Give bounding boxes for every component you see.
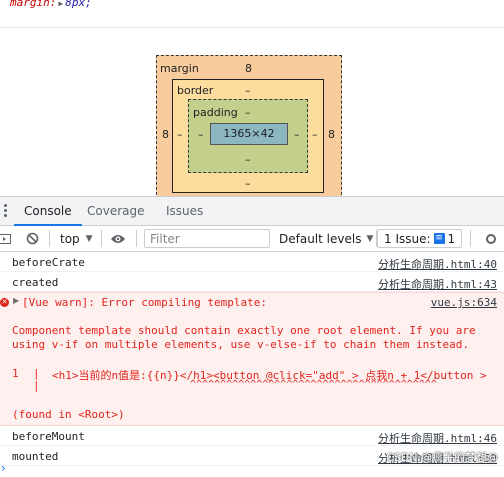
message-text: created — [12, 276, 59, 289]
log-levels-label: Default levels — [279, 231, 362, 246]
console-settings-gear-icon[interactable] — [485, 226, 497, 251]
margin-rule[interactable]: margin: ▶ 8px; — [10, 0, 92, 9]
tab-console[interactable]: Console — [14, 197, 82, 226]
padding-bottom-value[interactable]: – — [245, 153, 251, 166]
context-label: top — [60, 231, 80, 246]
code-line-number: 1 — [12, 367, 19, 380]
tab-coverage[interactable]: Coverage — [77, 197, 155, 226]
message-text: mounted — [12, 450, 59, 463]
console-prompt-chevron-icon[interactable]: › — [1, 461, 6, 475]
error-line-2: using v-if on multiple elements, use v-e… — [12, 338, 469, 351]
margin-left-value[interactable]: 8 — [162, 128, 169, 141]
live-expression-eye-icon[interactable] — [110, 226, 126, 251]
margin-property[interactable]: margin — [10, 0, 50, 9]
issues-count: 1 — [447, 231, 456, 246]
error-icon: ✕ — [0, 298, 9, 307]
styles-pane: margin: ▶ 8px; — [0, 0, 504, 28]
code-gutter-bar: | — [33, 379, 40, 392]
margin-value[interactable]: 8px; — [65, 0, 92, 9]
border-left-value[interactable]: – — [177, 128, 183, 141]
message-source-link[interactable]: 分析生命周期.html:40 — [378, 256, 497, 272]
message-text: beforeMount — [12, 430, 85, 443]
margin-top-value[interactable]: 8 — [245, 62, 252, 75]
console-message: beforeCrate 分析生命周期.html:40 — [0, 252, 504, 272]
toolbar-divider — [470, 230, 471, 247]
expand-triangle-icon[interactable]: ▶ — [58, 0, 63, 8]
log-levels-dropdown[interactable]: Default levels ▼ — [279, 226, 373, 251]
issues-label: 1 Issue: — [384, 231, 431, 246]
border-top-value[interactable]: – — [245, 84, 251, 97]
sidebar-toggle-icon[interactable] — [0, 226, 11, 251]
border-right-value[interactable]: – — [312, 128, 318, 141]
expand-triangle-icon[interactable]: ▶ — [13, 296, 19, 305]
margin-label: margin — [160, 62, 199, 75]
console-message: beforeMount 分析生命周期.html:46 — [0, 426, 504, 446]
tab-issues[interactable]: Issues — [156, 197, 213, 226]
box-model-content[interactable]: 1365×42 — [210, 123, 288, 145]
watermark: CSDN @疯子的梦想@ — [386, 451, 498, 464]
context-selector[interactable]: top ▼ — [60, 226, 93, 251]
padding-right-value[interactable]: – — [294, 128, 300, 141]
error-line-1: Component template should contain exactl… — [12, 324, 476, 337]
clear-console-icon[interactable] — [26, 226, 39, 251]
error-title[interactable]: [Vue warn]: Error compiling template: — [22, 296, 267, 309]
border-bottom-value[interactable]: – — [245, 177, 251, 190]
padding-label: padding — [193, 106, 238, 119]
error-found-in: (found in <Root>) — [12, 408, 125, 421]
box-model: 1365×42 margin 8 8 8 – border – – – – pa… — [0, 29, 504, 208]
console-toolbar: top ▼ Default levels ▼ 1 Issue: ≡ 1 — [0, 226, 504, 252]
toolbar-divider — [101, 230, 102, 247]
message-source-link[interactable]: 分析生命周期.html:46 — [378, 430, 497, 446]
drawer-menu-icon[interactable] — [4, 204, 8, 218]
issues-counter[interactable]: 1 Issue: ≡ 1 — [377, 229, 463, 248]
console-messages: beforeCrate 分析生命周期.html:40 created 分析生命周… — [0, 252, 504, 477]
toolbar-divider — [49, 230, 50, 247]
code-carets: ^^^^^^^^^^^^^^^^^^^^^^^^^^^^^^^^^^^^^^^^… — [190, 379, 437, 390]
console-error-message: ✕ ▶ [Vue warn]: Error compiling template… — [0, 292, 504, 426]
message-text: beforeCrate — [12, 256, 85, 269]
console-message: created 分析生命周期.html:43 — [0, 272, 504, 292]
message-source-link[interactable]: 分析生命周期.html:43 — [378, 276, 497, 292]
margin-right-value[interactable]: 8 — [328, 128, 335, 141]
issue-message-icon: ≡ — [433, 233, 445, 244]
padding-left-value[interactable]: – — [198, 128, 204, 141]
border-label: border — [177, 84, 214, 97]
error-source-link[interactable]: vue.js:634 — [431, 296, 497, 309]
dropdown-arrow-icon: ▼ — [85, 233, 93, 244]
dropdown-arrow-icon: ▼ — [366, 233, 374, 244]
filter-input[interactable] — [144, 229, 270, 248]
drawer-tabbar: Console Coverage Issues — [0, 196, 504, 226]
toolbar-divider — [136, 230, 137, 247]
padding-top-value[interactable]: – — [245, 106, 251, 119]
